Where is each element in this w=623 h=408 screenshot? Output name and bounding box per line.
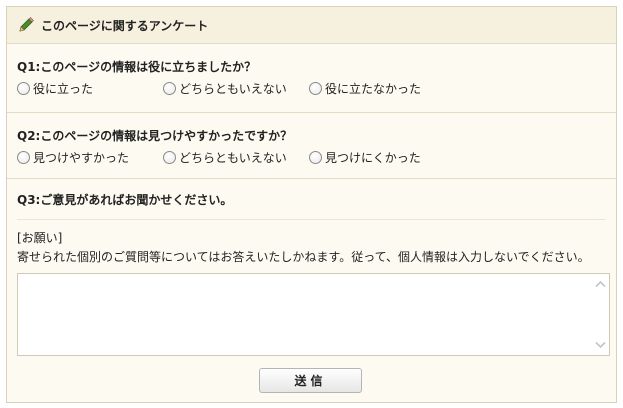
q2-option-neutral[interactable]: どちらともいえない xyxy=(163,149,309,166)
survey-title: このページに関するアンケート xyxy=(41,18,209,33)
divider xyxy=(17,219,606,220)
q1-option-not-helpful[interactable]: 役に立たなかった xyxy=(309,80,421,97)
notice-title: [お願い] xyxy=(17,231,63,245)
radio-button[interactable] xyxy=(309,151,322,164)
radio-button[interactable] xyxy=(163,151,176,164)
option-label: 見つけやすかった xyxy=(33,151,130,165)
option-label: どちらともいえない xyxy=(179,82,287,96)
scrollbar[interactable] xyxy=(592,274,609,355)
q1-option-neutral[interactable]: どちらともいえない xyxy=(163,80,309,97)
radio-button[interactable] xyxy=(17,151,30,164)
chevron-down-icon[interactable] xyxy=(595,341,606,349)
option-label: どちらともいえない xyxy=(179,151,287,165)
question-1-options: 役に立った どちらともいえない 役に立たなかった xyxy=(17,80,616,97)
option-label: 見つけにくかった xyxy=(325,151,421,165)
question-3-label: Q3:ご意見があればお聞かせください。 xyxy=(17,193,233,207)
question-2-label: Q2:このページの情報は見つけやすかったですか？ xyxy=(17,129,293,143)
question-1-label: Q1:このページの情報は役に立ちましたか？ xyxy=(17,60,257,74)
submit-button[interactable]: 送信 xyxy=(259,368,362,393)
option-label: 役に立たなかった xyxy=(325,82,422,96)
option-label: 役に立った xyxy=(33,82,94,96)
radio-button[interactable] xyxy=(17,82,30,95)
q2-option-easy[interactable]: 見つけやすかった xyxy=(17,149,163,166)
chevron-up-icon[interactable] xyxy=(595,280,606,288)
notice-text: 寄せられた個別のご質問等についてはお答えいたしかねます。従って、個人情報は入力し… xyxy=(17,250,590,264)
pencil-icon xyxy=(19,17,34,32)
question-3: Q3:ご意見があればお聞かせください。 [お願い] 寄せられた個別のご質問等につ… xyxy=(7,179,616,265)
survey-header: このページに関するアンケート xyxy=(7,7,616,44)
radio-button[interactable] xyxy=(163,82,176,95)
question-2: Q2:このページの情報は見つけやすかったですか？ 見つけやすかった どちらともい… xyxy=(7,113,616,179)
comment-textarea[interactable] xyxy=(17,273,610,356)
survey-panel: このページに関するアンケート Q1:このページの情報は役に立ちましたか？ 役に立… xyxy=(6,6,617,403)
q1-option-helpful[interactable]: 役に立った xyxy=(17,80,163,97)
radio-button[interactable] xyxy=(309,82,322,95)
question-1: Q1:このページの情報は役に立ちましたか？ 役に立った どちらともいえない 役に… xyxy=(7,44,616,113)
q2-option-hard[interactable]: 見つけにくかった xyxy=(309,149,421,166)
question-2-options: 見つけやすかった どちらともいえない 見つけにくかった xyxy=(17,149,616,166)
